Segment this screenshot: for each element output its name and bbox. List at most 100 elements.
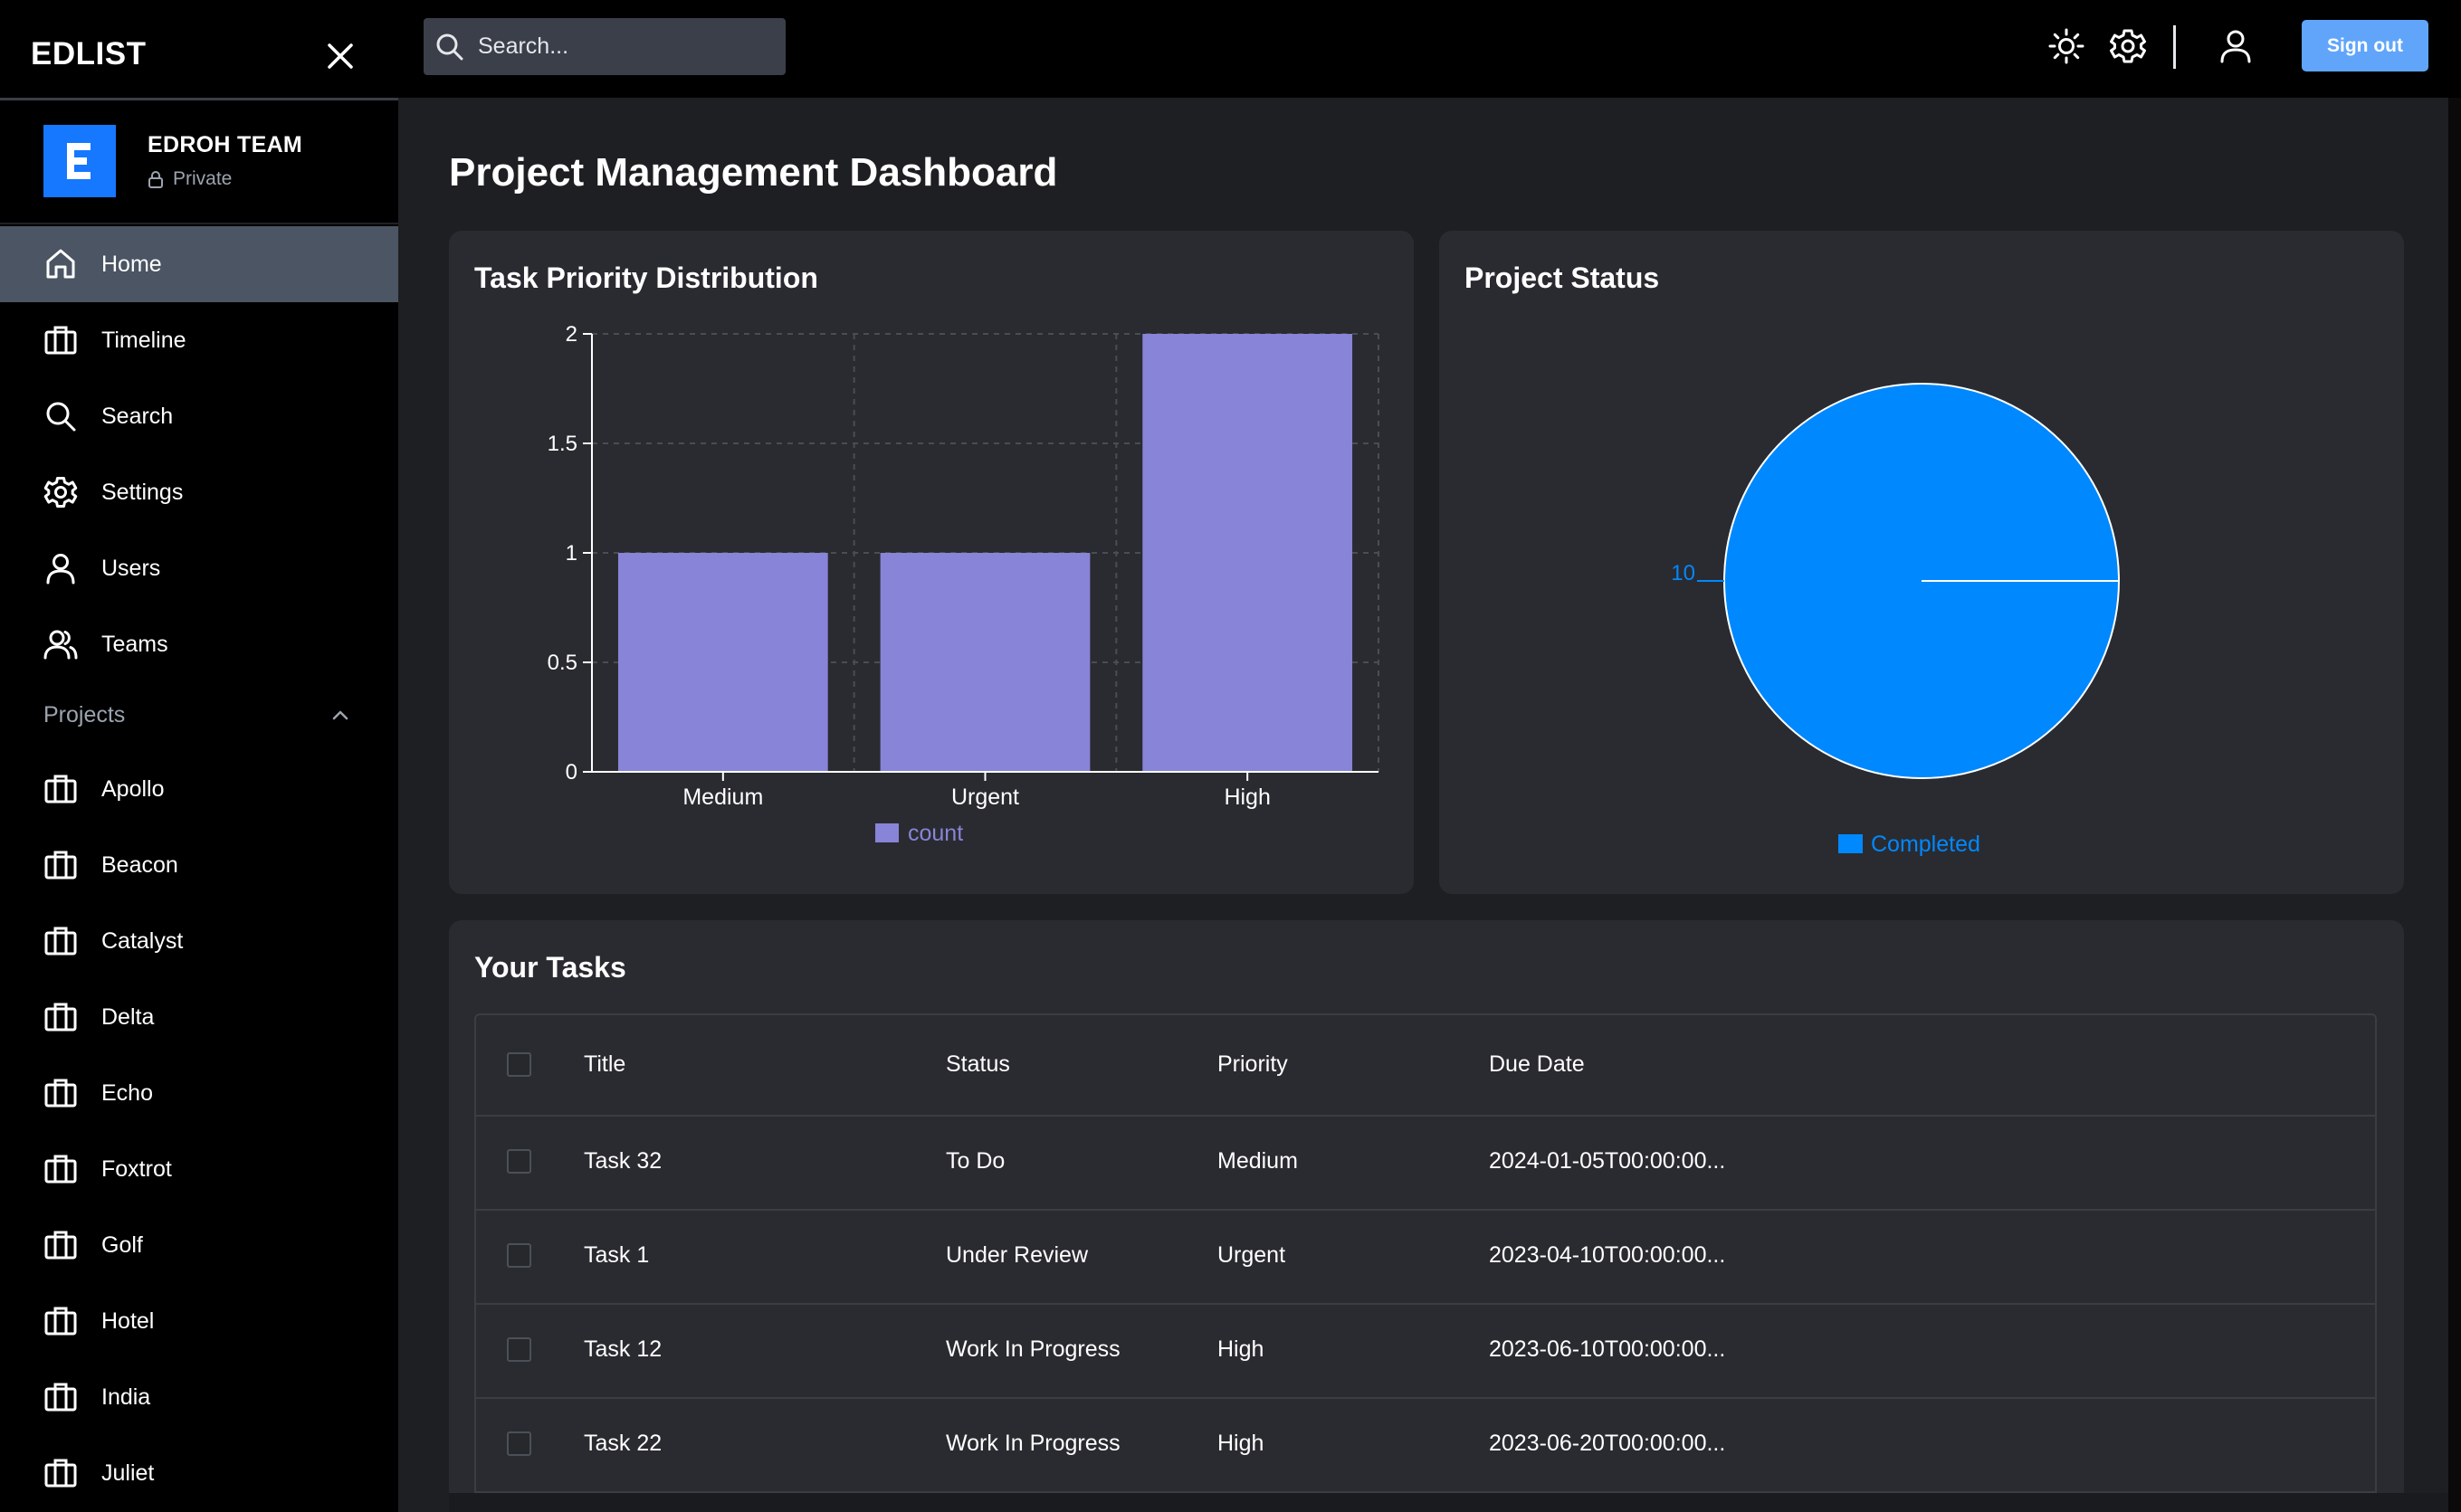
tasks-card: Your Tasks Title Status Priority Due Dat…: [449, 920, 2404, 1512]
page-scrollbar[interactable]: [2448, 98, 2461, 1512]
cell-title: Task 12: [584, 1336, 663, 1362]
project-item-delta[interactable]: Delta: [0, 979, 398, 1055]
column-header-title[interactable]: Title: [584, 1051, 625, 1078]
sidebar-item-label: Search: [101, 403, 174, 429]
team-name: EDROH TEAM: [148, 132, 303, 157]
x-tick-label: Urgent: [951, 785, 1019, 810]
y-tick-label: 1: [566, 541, 577, 566]
briefcase-icon: [44, 1383, 77, 1412]
tasks-card-title: Your Tasks: [474, 951, 626, 984]
y-tick-label: 2: [566, 322, 577, 347]
briefcase-icon: [44, 851, 77, 880]
column-header-status[interactable]: Status: [946, 1051, 1010, 1078]
briefcase-icon: [44, 1079, 77, 1108]
row-checkbox[interactable]: [507, 1431, 531, 1456]
sidebar-item-settings[interactable]: Settings: [0, 454, 398, 530]
row-checkbox[interactable]: [507, 1149, 531, 1174]
project-item-india[interactable]: India: [0, 1359, 398, 1435]
tasks-table: Title Status Priority Due Date Task 32 To…: [474, 1013, 2377, 1493]
page-title: Project Management Dashboard: [449, 150, 1058, 195]
legend-swatch-completed: [1838, 834, 1863, 853]
theme-toggle-button[interactable]: [2047, 27, 2085, 70]
project-item-label: Juliet: [101, 1460, 155, 1486]
project-item-apollo[interactable]: Apollo: [0, 751, 398, 827]
briefcase-icon: [44, 927, 77, 956]
bottom-edge: [449, 1493, 2448, 1512]
project-item-golf[interactable]: Golf: [0, 1207, 398, 1283]
table-row[interactable]: Task 12 Work In Progress High 2023-06-10T00…: [476, 1303, 2375, 1399]
cell-priority: Medium: [1217, 1148, 1298, 1174]
briefcase-icon: [44, 1459, 77, 1488]
sidebar: EDLIST EDROH TEAM Private Home Timeline Se…: [0, 0, 398, 1512]
status-pie-chart: 10 Completed: [1671, 383, 2120, 857]
project-item-echo[interactable]: Echo: [0, 1055, 398, 1131]
search-icon: [436, 33, 463, 60]
projects-header-label: Projects: [43, 702, 126, 727]
briefcase-icon: [44, 326, 77, 355]
close-icon: [328, 43, 353, 69]
sidebar-item-label: Users: [101, 555, 161, 581]
sidebar-item-label: Settings: [101, 479, 184, 505]
y-tick-label: 1.5: [548, 432, 577, 456]
bar-high: [1142, 334, 1353, 772]
cell-priority: High: [1217, 1336, 1264, 1362]
cell-status: Under Review: [946, 1242, 1089, 1268]
sidebar-item-timeline[interactable]: Timeline: [0, 302, 398, 378]
project-item-foxtrot[interactable]: Foxtrot: [0, 1131, 398, 1207]
projects-header[interactable]: Projects: [43, 702, 351, 728]
select-all-checkbox[interactable]: [507, 1052, 531, 1077]
user-icon: [46, 554, 75, 585]
project-item-label: Beacon: [101, 851, 178, 878]
cell-title: Task 32: [584, 1148, 663, 1174]
briefcase-icon: [44, 1307, 77, 1336]
sidebar-item-search[interactable]: Search: [0, 378, 398, 454]
briefcase-icon: [44, 775, 77, 804]
cell-due: 2023-04-10T00:00:00...: [1489, 1242, 1726, 1268]
cell-due: 2023-06-10T00:00:00...: [1489, 1336, 1726, 1362]
sidebar-nav: Home Timeline Search Settings Users Teams: [0, 226, 398, 682]
profile-button[interactable]: [2217, 27, 2255, 70]
table-row[interactable]: Task 32 To Do Medium 2024-01-05T00:00:00...: [476, 1115, 2375, 1211]
search-input[interactable]: Search...: [424, 18, 786, 75]
project-item-label: Golf: [101, 1231, 143, 1258]
team-visibility: Private: [148, 168, 232, 190]
y-tick-label: 0.5: [548, 651, 577, 675]
column-header-priority[interactable]: Priority: [1217, 1051, 1288, 1078]
priority-chart-card: Task Priority Distribution 0 0.5 1 1.5 2 Medi…: [449, 231, 1414, 894]
row-checkbox[interactable]: [507, 1337, 531, 1362]
row-checkbox[interactable]: [507, 1243, 531, 1268]
project-item-catalyst[interactable]: Catalyst: [0, 903, 398, 979]
cell-status: Work In Progress: [946, 1431, 1121, 1456]
user-icon: [2220, 30, 2251, 63]
project-item-juliet[interactable]: Juliet: [0, 1435, 398, 1511]
topbar-divider: [2173, 25, 2176, 69]
chevron-up-icon[interactable]: [329, 705, 351, 727]
projects-list: Apollo Beacon Catalyst Delta Echo Foxtrot Golf…: [0, 751, 398, 1511]
legend-label-count: count: [908, 821, 963, 846]
home-icon: [46, 249, 75, 279]
x-tick-label: High: [1224, 785, 1270, 810]
sidebar-item-teams[interactable]: Teams: [0, 606, 398, 682]
close-sidebar-button[interactable]: [322, 38, 358, 74]
project-item-hotel[interactable]: Hotel: [0, 1283, 398, 1359]
pie-value-label: 10: [1671, 561, 1695, 585]
table-row[interactable]: Task 1 Under Review Urgent 2023-04-10T00:00…: [476, 1209, 2375, 1305]
gear-icon: [2110, 29, 2146, 63]
project-item-label: Delta: [101, 1003, 155, 1030]
sign-out-button[interactable]: Sign out: [2302, 20, 2428, 71]
table-header-row: Title Status Priority Due Date: [476, 1015, 2375, 1117]
column-header-due-date[interactable]: Due Date: [1489, 1051, 1585, 1078]
sidebar-item-users[interactable]: Users: [0, 530, 398, 606]
cell-status: To Do: [946, 1148, 1006, 1174]
settings-button[interactable]: [2109, 27, 2147, 70]
project-item-label: Catalyst: [101, 927, 184, 954]
project-item-beacon[interactable]: Beacon: [0, 827, 398, 903]
table-row[interactable]: Task 22 Work In Progress High 2023-06-20T00…: [476, 1397, 2375, 1493]
sidebar-item-label: Timeline: [101, 327, 186, 353]
sidebar-item-home[interactable]: Home: [0, 226, 398, 302]
team-divider: [0, 223, 398, 224]
y-tick-label: 0: [566, 760, 577, 785]
project-item-label: Foxtrot: [101, 1155, 172, 1182]
sidebar-item-label: Teams: [101, 631, 168, 657]
cell-title: Task 1: [584, 1242, 650, 1268]
